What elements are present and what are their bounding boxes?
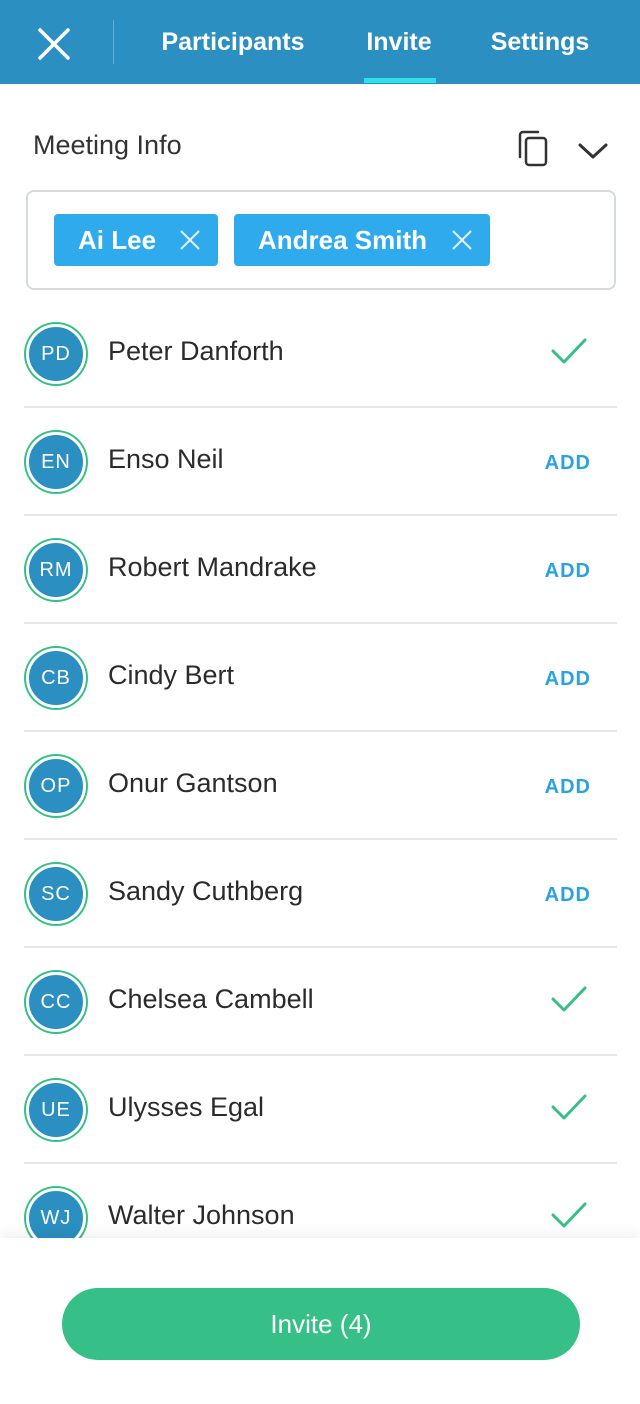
remove-chip-icon[interactable]: [450, 228, 474, 252]
add-contact-button[interactable]: ADD: [545, 668, 591, 691]
contact-name: Walter Johnson: [108, 1200, 295, 1230]
contact-name: Enso Neil: [108, 444, 224, 474]
recipient-chip-label: Ai Lee: [78, 224, 157, 255]
contact-row: RM Robert Mandrake ADD: [24, 516, 617, 624]
close-icon: [38, 28, 70, 60]
avatar: RM: [26, 540, 86, 600]
avatar: CB: [26, 648, 86, 708]
recipient-chip: Ai Lee: [54, 214, 218, 266]
copy-button[interactable]: [512, 128, 554, 170]
contact-row: EN Enso Neil ADD: [24, 408, 617, 516]
contact-name: Robert Mandrake: [108, 552, 317, 582]
contact-row: CB Cindy Bert ADD: [24, 624, 617, 732]
tab-settings[interactable]: Settings: [484, 0, 596, 84]
avatar: PD: [26, 324, 86, 384]
contact-name: Sandy Cuthberg: [108, 876, 304, 906]
check-icon: [551, 1094, 587, 1120]
contact-row: CC Chelsea Cambell: [24, 948, 617, 1056]
contact-name: Peter Danforth: [108, 336, 284, 366]
tab-invite[interactable]: Invite: [356, 0, 442, 84]
chevron-down-icon: [578, 143, 608, 159]
add-contact-button[interactable]: ADD: [545, 776, 591, 799]
check-icon: [551, 338, 587, 364]
contact-row: SC Sandy Cuthberg ADD: [24, 840, 617, 948]
topbar-divider: [113, 20, 114, 64]
expand-button[interactable]: [572, 130, 614, 172]
add-contact-button[interactable]: ADD: [545, 884, 591, 907]
invite-button[interactable]: Invite (4): [62, 1288, 580, 1360]
contact-row: UE Ulysses Egal: [24, 1056, 617, 1164]
bottom-action-bar: Invite (4): [0, 1238, 640, 1404]
contact-row: PD Peter Danforth: [24, 300, 617, 408]
contact-name: Onur Gantson: [108, 768, 278, 798]
contact-name: Chelsea Cambell: [108, 984, 314, 1014]
contact-name: Ulysses Egal: [108, 1092, 265, 1122]
contact-list[interactable]: PD Peter Danforth EN Enso Neil ADD RM Ro…: [24, 300, 617, 1240]
active-tab-indicator: [364, 78, 436, 83]
contact-row: OP Onur Gantson ADD: [24, 732, 617, 840]
contact-name: Cindy Bert: [108, 660, 235, 690]
recipient-chip: Andrea Smith: [234, 214, 490, 266]
top-bar: Participants Invite Settings: [0, 0, 640, 84]
avatar: SC: [26, 864, 86, 924]
avatar: EN: [26, 432, 86, 492]
copy-icon: [518, 130, 548, 167]
check-icon: [551, 1202, 587, 1228]
avatar: WJ: [26, 1188, 86, 1240]
recipient-chip-label: Andrea Smith: [258, 224, 428, 255]
add-contact-button[interactable]: ADD: [545, 452, 591, 475]
tab-participants[interactable]: Participants: [150, 0, 316, 84]
selected-recipients-field[interactable]: Ai Lee Andrea Smith: [26, 190, 616, 290]
remove-chip-icon[interactable]: [178, 228, 202, 252]
close-button[interactable]: [28, 20, 80, 68]
contact-row: WJ Walter Johnson: [24, 1164, 617, 1240]
meeting-info-row: Meeting Info: [0, 120, 640, 176]
meeting-info-title: Meeting Info: [33, 130, 182, 160]
avatar: OP: [26, 756, 86, 816]
add-contact-button[interactable]: ADD: [545, 560, 591, 583]
avatar: CC: [26, 972, 86, 1032]
avatar: UE: [26, 1080, 86, 1140]
check-icon: [551, 986, 587, 1012]
